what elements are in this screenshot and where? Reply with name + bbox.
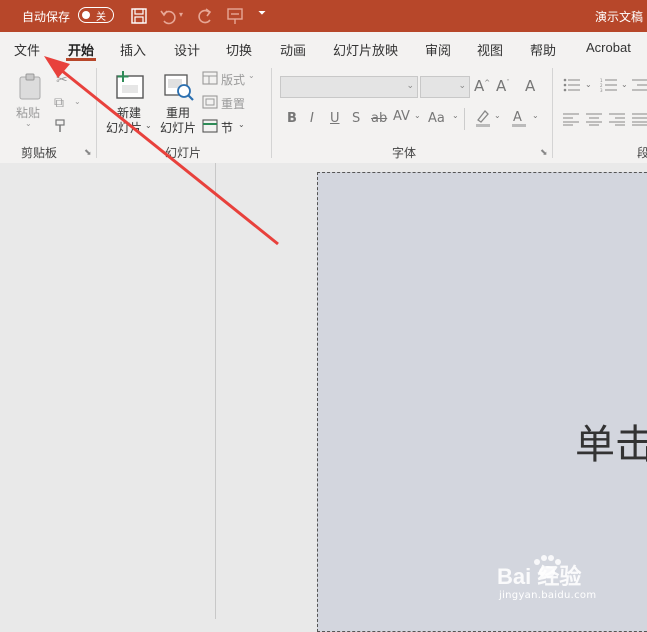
tab-animations[interactable]: 动画 (280, 40, 306, 59)
copy-dropdown-icon[interactable]: ⌄ (74, 97, 81, 106)
tab-insert[interactable]: 插入 (120, 40, 146, 59)
ribbon: 粘贴 ⌄ ✂ ⧉ ⌄ 剪贴板 ⬊ 新建 幻灯片 ⌄ 重用 幻灯片 版式 ⌄ 重置 (0, 62, 647, 164)
justify-icon[interactable] (632, 112, 647, 126)
baidu-jingyan-watermark: Bai 经验 (497, 555, 581, 589)
tab-slideshow[interactable]: 幻灯片放映 (333, 40, 398, 59)
tab-file[interactable]: 文件 (14, 40, 40, 59)
save-icon[interactable] (129, 6, 149, 26)
layout-dropdown-icon[interactable]: ⌄ (248, 71, 255, 80)
font-launcher-icon[interactable]: ⬊ (540, 148, 548, 158)
font-color-icon[interactable]: A (510, 108, 528, 128)
active-tab-indicator (66, 58, 96, 61)
watermark-brand: Bai 经验 (497, 564, 581, 589)
toggle-knob (82, 10, 90, 19)
slide-thumbnail-pane[interactable] (0, 163, 215, 619)
font-name-dropdown-icon[interactable]: ⌄ (406, 81, 414, 91)
undo-icon[interactable] (158, 6, 178, 26)
customize-toolbar-icon[interactable]: ⏷ (258, 8, 266, 19)
section-label[interactable]: 节 (221, 119, 233, 136)
layout-icon[interactable] (202, 71, 218, 85)
bullets-dropdown-icon[interactable]: ⌄ (585, 80, 592, 89)
decrease-indent-icon[interactable] (632, 78, 647, 92)
svg-text:A: A (513, 110, 522, 125)
font-size-combo[interactable]: ⌄ (420, 76, 470, 98)
bold-button[interactable]: B (287, 111, 297, 126)
paste-dropdown-icon[interactable]: ⌄ (25, 119, 32, 128)
italic-button[interactable]: I (310, 111, 314, 126)
font-group-label: 字体 (392, 146, 417, 160)
tab-review[interactable]: 审阅 (425, 40, 451, 59)
svg-text:3: 3 (600, 88, 603, 92)
title-placeholder[interactable]: 单击 (575, 412, 647, 470)
autosave-label: 自动保存 (22, 10, 71, 24)
reuse-slides-icon[interactable] (163, 72, 195, 102)
new-slide-label-2[interactable]: 幻灯片 (106, 119, 142, 136)
redo-icon[interactable] (195, 6, 215, 26)
divider (464, 108, 465, 130)
tab-home[interactable]: 开始 (68, 40, 94, 59)
reset-label[interactable]: 重置 (221, 95, 245, 112)
tab-design[interactable]: 设计 (174, 40, 200, 59)
highlight-icon[interactable] (474, 108, 492, 128)
numbering-icon[interactable]: 1 2 3 (600, 78, 618, 92)
align-left-icon[interactable] (563, 112, 579, 126)
tab-transitions[interactable]: 切换 (226, 40, 252, 59)
paste-icon[interactable] (16, 72, 46, 102)
paragraph-group-label: 段 (637, 146, 647, 160)
strikethrough-button[interactable]: ab (371, 111, 387, 126)
increase-font-icon[interactable]: A^ (474, 77, 490, 95)
clear-formatting-icon[interactable]: A (525, 77, 535, 95)
watermark-url: jingyan.baidu.com (499, 590, 597, 601)
align-center-icon[interactable] (586, 112, 602, 126)
clipboard-launcher-icon[interactable]: ⬊ (84, 148, 92, 158)
group-divider (96, 68, 97, 158)
bullets-icon[interactable] (563, 78, 581, 92)
document-title: 演示文稿 (594, 10, 643, 24)
change-case-dropdown-icon[interactable]: ⌄ (452, 111, 459, 120)
reuse-slides-label-2[interactable]: 幻灯片 (160, 119, 196, 136)
underline-button[interactable]: U (330, 111, 340, 126)
tab-acrobat[interactable]: Acrobat (586, 40, 631, 55)
tab-help[interactable]: 帮助 (530, 40, 556, 59)
font-name-combo[interactable]: ⌄ (280, 76, 418, 98)
format-painter-icon[interactable] (54, 118, 70, 134)
new-slide-dropdown-icon[interactable]: ⌄ (145, 121, 152, 130)
char-spacing-button[interactable]: AV (393, 109, 410, 124)
shadow-button[interactable]: S (352, 111, 360, 126)
section-dropdown-icon[interactable]: ⌄ (238, 120, 245, 129)
highlight-dropdown-icon[interactable]: ⌄ (494, 111, 501, 120)
decrease-font-icon[interactable]: Aˇ (496, 77, 510, 95)
font-size-dropdown-icon[interactable]: ⌄ (458, 81, 466, 91)
font-color-dropdown-icon[interactable]: ⌄ (532, 111, 539, 120)
ribbon-tabs: 文件 开始 插入 设计 切换 动画 幻灯片放映 审阅 视图 帮助 Acrobat (0, 32, 647, 62)
slides-group-label: 幻灯片 (165, 146, 202, 160)
autosave-state: 关 (96, 12, 106, 23)
layout-label[interactable]: 版式 (221, 71, 245, 88)
autosave-toggle[interactable]: 关 (78, 7, 114, 23)
group-divider (552, 68, 553, 158)
char-spacing-dropdown-icon[interactable]: ⌄ (414, 111, 421, 120)
undo-dropdown-icon[interactable]: ▾ (179, 10, 183, 19)
new-slide-icon[interactable] (113, 70, 147, 102)
copy-icon[interactable]: ⧉ (54, 95, 64, 111)
align-right-icon[interactable] (609, 112, 625, 126)
tab-view[interactable]: 视图 (477, 40, 503, 59)
start-from-beginning-icon[interactable] (225, 6, 245, 26)
cut-icon[interactable]: ✂ (56, 72, 68, 88)
numbering-dropdown-icon[interactable]: ⌄ (621, 80, 628, 89)
reset-icon[interactable] (202, 95, 218, 109)
section-icon[interactable] (202, 119, 218, 133)
change-case-button[interactable]: Aa (428, 111, 445, 126)
clipboard-group-label: 剪贴板 (21, 146, 58, 160)
title-bar: 自动保存 关 ▾ ⏷ 演示文稿 (0, 0, 647, 32)
group-divider (271, 68, 272, 158)
